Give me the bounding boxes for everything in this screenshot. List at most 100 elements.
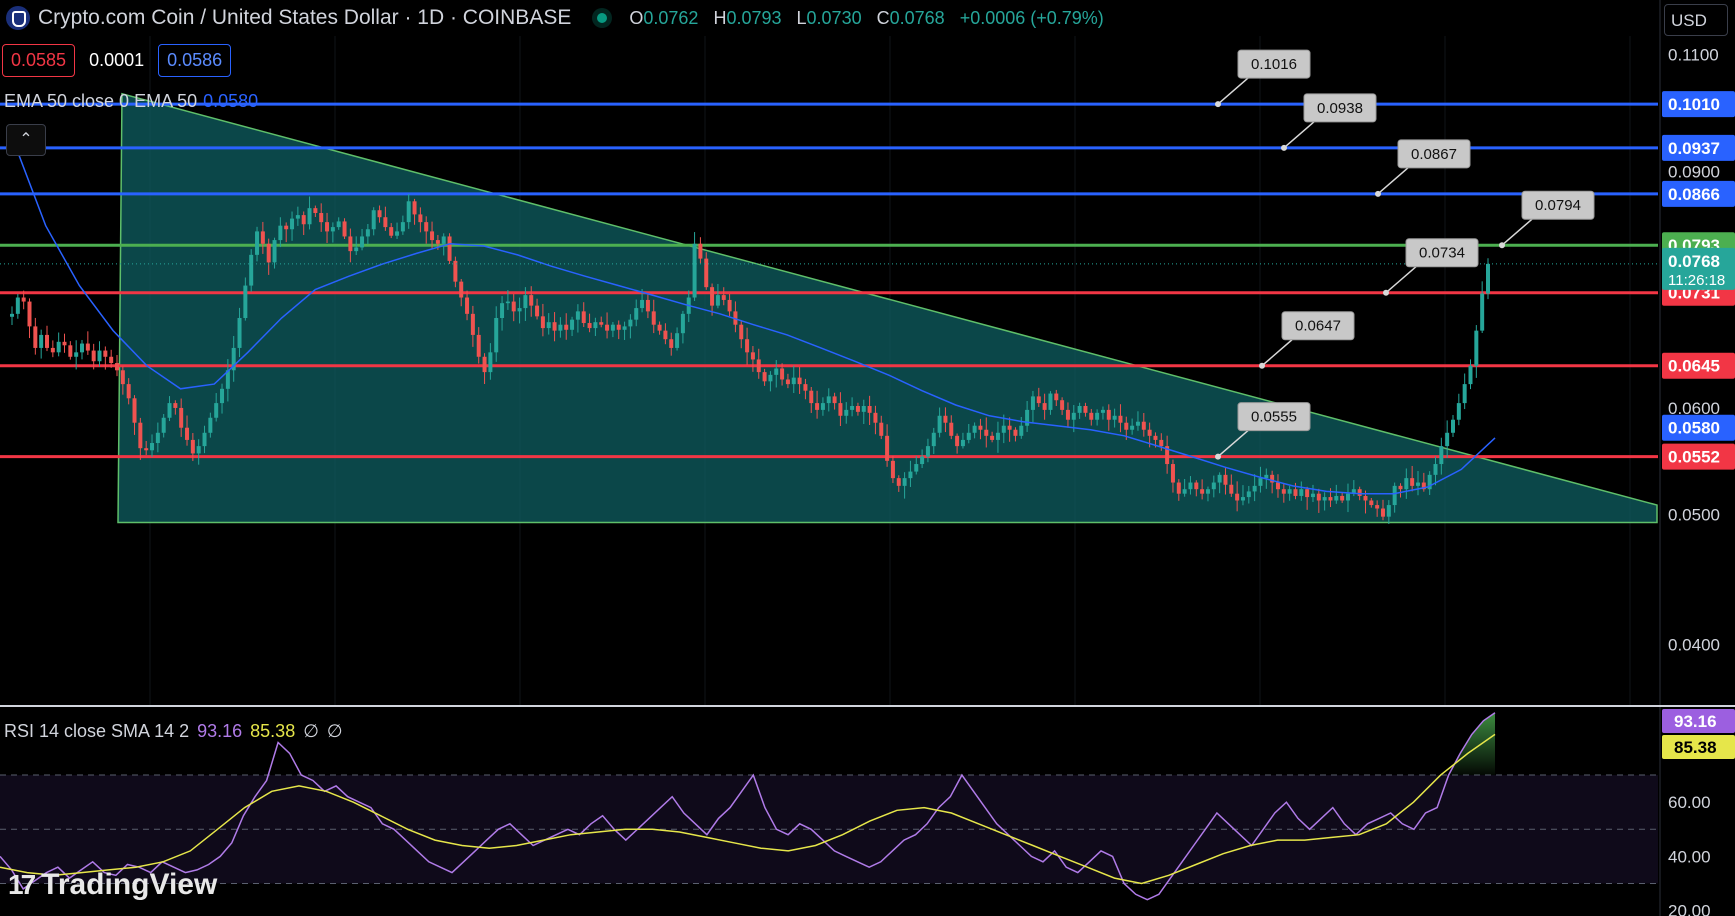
ema-legend[interactable]: EMA 50 close 0 EMA 50 0.0580 (4, 91, 258, 112)
candle-body (313, 208, 318, 214)
rsi-legend-label: RSI 14 close SMA 14 2 (4, 721, 190, 741)
level-price-tag-text: 0.1010 (1668, 95, 1720, 114)
callout-anchor (1215, 101, 1221, 108)
candle-body (1246, 491, 1251, 498)
candle-body (715, 295, 720, 306)
candle-body (1019, 425, 1024, 436)
candle-body (1316, 493, 1321, 501)
level-callouts: 0.1016 0.0938 0.0867 0.0794 0.0734 0.0647 0.05… (1215, 49, 1595, 460)
candle-body (80, 343, 85, 353)
candle-body (651, 311, 656, 325)
collapse-legend-button[interactable]: ⌃ (6, 124, 46, 156)
level-price-tag-text: 0.0552 (1668, 448, 1720, 467)
candle-body (1130, 425, 1135, 430)
tradingview-logo[interactable]: 17 TradingView (8, 868, 217, 902)
candle-body (1025, 409, 1030, 426)
callout-leader (1261, 339, 1293, 367)
candle-body (295, 215, 300, 219)
cro-coin-logo-icon (6, 6, 30, 30)
candle-body (1135, 421, 1140, 426)
callout-leader (1217, 77, 1249, 105)
candle-body (1450, 419, 1455, 433)
candle-body (1345, 493, 1350, 501)
candle-body (33, 326, 38, 348)
candle-body (984, 429, 989, 436)
candle-body (325, 222, 330, 232)
candle-body (540, 316, 545, 329)
candle-body (395, 231, 400, 236)
rsi-value-tag-text: 93.16 (1674, 712, 1717, 731)
candle-body (1293, 489, 1298, 496)
candle-body (330, 227, 335, 232)
candle-body (196, 446, 201, 454)
candle-body (1264, 474, 1269, 479)
callout-anchor (1281, 144, 1287, 151)
candle-body (365, 229, 370, 237)
price-tick-label: 0.0400 (1668, 636, 1720, 655)
candle-body (698, 243, 703, 259)
candle-body (1223, 474, 1228, 485)
candle-body (1176, 482, 1181, 494)
candle-body (91, 350, 96, 362)
level-price-tag-text: 0.0937 (1668, 139, 1720, 158)
candle-body (1118, 415, 1123, 423)
candle-body (120, 370, 125, 385)
candle-body (383, 217, 388, 228)
candle-body (255, 231, 260, 255)
candle-body (185, 427, 190, 440)
candle-body (995, 432, 1000, 440)
bid-ask-bar: 0.0585 0.0001 0.0586 (2, 44, 232, 77)
callout-anchor (1215, 453, 1221, 460)
candle-body (960, 439, 965, 447)
symbol-title[interactable]: Crypto.com Coin / United States Dollar ·… (38, 6, 571, 30)
callout-text: 0.0867 (1411, 146, 1457, 163)
candle-body (1065, 409, 1070, 420)
chart-canvas[interactable]: 0.1016 0.0938 0.0867 0.0794 0.0734 0.0647 0.05… (0, 0, 1735, 916)
buy-button[interactable]: 0.0586 (158, 44, 232, 77)
ema-price-tag-text: 0.0580 (1668, 419, 1720, 438)
candle-body (966, 432, 971, 440)
candle-body (605, 324, 610, 331)
candle-body (914, 464, 919, 472)
candle-body (1439, 446, 1444, 465)
candle-body (861, 406, 866, 412)
candle-body (1141, 421, 1146, 430)
candle-body (1159, 439, 1164, 447)
candle-body (290, 218, 295, 230)
candle-body (1095, 412, 1100, 420)
candle-body (430, 231, 435, 241)
candle-body (1001, 425, 1006, 433)
candle-body (797, 377, 802, 385)
currency-select[interactable]: USD (1664, 4, 1728, 36)
market-status-icon (597, 13, 608, 23)
callout-leader (1377, 167, 1409, 195)
candle-body (1462, 384, 1467, 404)
candle-body (978, 425, 983, 430)
candle-body (669, 339, 674, 348)
candle-body (803, 384, 808, 391)
candle-body (1013, 429, 1018, 436)
candle-body (756, 359, 761, 373)
candle-body (920, 456, 925, 465)
candle-body (972, 425, 977, 433)
candle-body (1375, 505, 1380, 509)
callout-leader (1385, 266, 1417, 294)
candle-body (1229, 484, 1234, 494)
candle-body (173, 403, 178, 408)
candle-body (710, 287, 715, 306)
sell-button[interactable]: 0.0585 (2, 44, 76, 77)
candle-body (155, 432, 160, 444)
candle-body (575, 311, 580, 320)
candle-body (1200, 489, 1205, 494)
candle-body (931, 432, 936, 447)
candle-body (435, 240, 440, 244)
candle-body (552, 322, 557, 331)
candle-body (1386, 505, 1391, 517)
candle-body (628, 319, 633, 327)
callout-text: 0.0734 (1419, 245, 1465, 262)
candle-body (1188, 482, 1193, 490)
callout-leader (1283, 121, 1315, 149)
candle-body (68, 345, 73, 357)
rsi-legend[interactable]: RSI 14 close SMA 14 2 93.16 85.38 ∅ ∅ (4, 721, 343, 742)
candle-body (1357, 489, 1362, 496)
